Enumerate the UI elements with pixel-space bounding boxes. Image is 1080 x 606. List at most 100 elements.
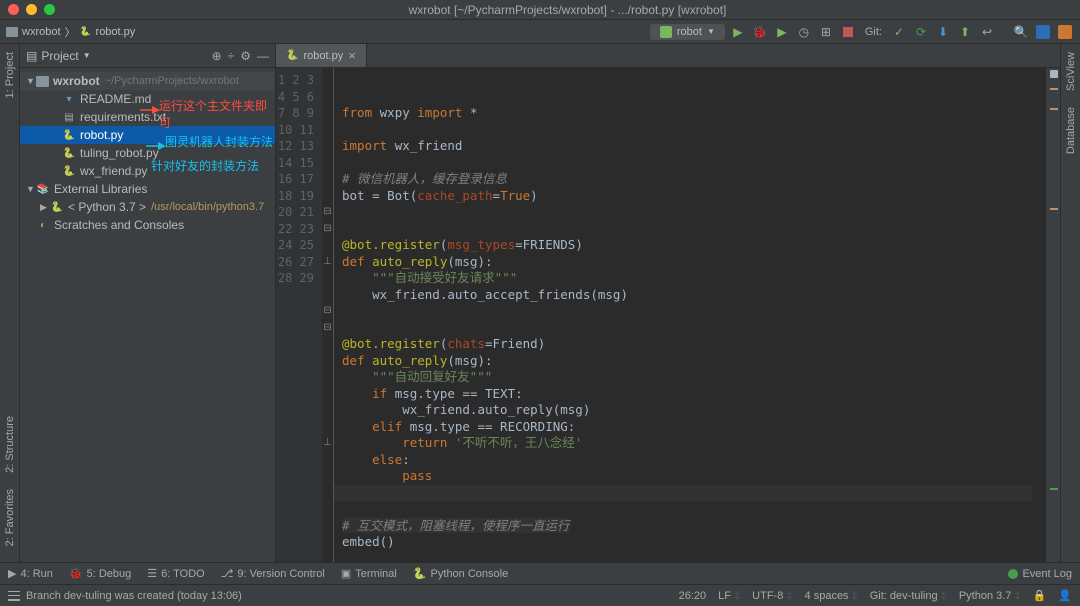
fold-end-icon[interactable]: ⊥ bbox=[322, 435, 333, 452]
debug-button[interactable]: 🐞 bbox=[751, 23, 769, 41]
coverage-button[interactable]: ▶ bbox=[773, 23, 791, 41]
git-pull-icon[interactable]: ⬇ bbox=[934, 23, 952, 41]
tree-python-interpreter[interactable]: ▶ 🐍 < Python 3.7 > /usr/local/bin/python… bbox=[20, 198, 275, 216]
expand-all-icon[interactable]: ÷ bbox=[228, 49, 235, 63]
fold-end-icon[interactable]: ⊥ bbox=[322, 254, 333, 271]
scratches-icon: ◐ bbox=[36, 218, 50, 232]
warning-marker[interactable] bbox=[1050, 208, 1058, 210]
window-maximize[interactable] bbox=[44, 4, 55, 15]
editor-body[interactable]: 1 2 3 4 5 6 7 8 9 10 11 12 13 14 15 16 1… bbox=[276, 68, 1060, 562]
breadcrumb-project[interactable]: wxrobot bbox=[22, 26, 61, 38]
status-caret-pos[interactable]: 26:20 bbox=[679, 590, 707, 602]
fold-icon[interactable]: ⊟ bbox=[322, 303, 333, 320]
tree-root[interactable]: ▼ wxrobot ~/PycharmProjects/wxrobot bbox=[20, 72, 275, 90]
git-history-icon[interactable]: ↩ bbox=[978, 23, 996, 41]
editor-tab-robot[interactable]: 🐍 robot.py × bbox=[276, 43, 367, 67]
tree-external-libraries[interactable]: ▼ 📚 External Libraries bbox=[20, 180, 275, 198]
tree-item-label: wx_friend.py bbox=[80, 164, 147, 178]
project-panel: ▤ Project ▼ ⊕ ÷ ⚙ — ▼ wxrobot ~/PycharmP… bbox=[20, 44, 276, 562]
python-icon: 🐍 bbox=[413, 567, 427, 580]
folder-icon bbox=[6, 27, 18, 37]
chevron-right-icon[interactable]: ▶ bbox=[40, 202, 50, 213]
run-button[interactable]: ▶ bbox=[729, 23, 747, 41]
git-update-icon[interactable]: ✓ bbox=[890, 23, 908, 41]
stop-button[interactable] bbox=[839, 23, 857, 41]
error-stripe-scrollbar[interactable] bbox=[1046, 68, 1060, 562]
status-python[interactable]: Python 3.7 ‡ bbox=[959, 590, 1021, 602]
code-editor[interactable]: from wxpy import * import wx_friend # 微信… bbox=[334, 68, 1046, 562]
stripe-project[interactable]: 1: Project bbox=[4, 52, 16, 98]
menu-icon[interactable] bbox=[8, 591, 20, 601]
project-view-icon: ▤ bbox=[26, 49, 37, 63]
tool-todo[interactable]: ☰6: TODO bbox=[147, 567, 204, 580]
toolbox-blue-icon[interactable] bbox=[1034, 23, 1052, 41]
fold-gutter[interactable]: ⊟ ⊟ ⊥ ⊟ ⊟ ⊥ bbox=[322, 68, 334, 562]
debug-icon: 🐞 bbox=[69, 567, 83, 580]
project-panel-title[interactable]: Project bbox=[41, 49, 78, 63]
breadcrumb[interactable]: wxrobot 〉 🐍 robot.py bbox=[6, 24, 135, 40]
hector-icon[interactable]: 👤 bbox=[1058, 589, 1072, 602]
library-icon: 📚 bbox=[36, 182, 50, 196]
fold-icon[interactable]: ⊟ bbox=[322, 221, 333, 238]
status-git-branch[interactable]: Git: dev-tuling ‡ bbox=[870, 590, 947, 602]
titlebar: wxrobot [~/PycharmProjects/wxrobot] - ..… bbox=[0, 0, 1080, 20]
tool-terminal[interactable]: ▣Terminal bbox=[341, 567, 397, 580]
search-icon[interactable]: 🔍 bbox=[1012, 23, 1030, 41]
window-title: wxrobot [~/PycharmProjects/wxrobot] - ..… bbox=[63, 3, 1072, 17]
warning-marker[interactable] bbox=[1050, 108, 1058, 110]
annotation-arrow bbox=[140, 104, 160, 116]
fold-icon[interactable]: ⊟ bbox=[322, 320, 333, 337]
marker[interactable] bbox=[1050, 488, 1058, 490]
chevron-down-icon[interactable]: ▼ bbox=[26, 76, 36, 86]
editor-area: 🐍 robot.py × 1 2 3 4 5 6 7 8 9 10 11 12 … bbox=[276, 44, 1060, 562]
chevron-right-icon: 〉 bbox=[65, 24, 76, 40]
status-line-ending[interactable]: LF ‡ bbox=[718, 590, 740, 602]
stripe-structure[interactable]: 2: Structure bbox=[4, 416, 16, 473]
tool-pyconsole[interactable]: 🐍Python Console bbox=[413, 567, 508, 580]
tool-debug[interactable]: 🐞5: Debug bbox=[69, 567, 131, 580]
git-push-icon[interactable]: ⬆ bbox=[956, 23, 974, 41]
stripe-database[interactable]: Database bbox=[1065, 107, 1077, 154]
stripe-sciview[interactable]: SciView bbox=[1065, 52, 1077, 91]
close-icon[interactable]: × bbox=[348, 48, 356, 63]
chevron-down-icon[interactable]: ▼ bbox=[83, 51, 91, 60]
line-gutter[interactable]: 1 2 3 4 5 6 7 8 9 10 11 12 13 14 15 16 1… bbox=[276, 68, 322, 562]
profile-button[interactable]: ◷ bbox=[795, 23, 813, 41]
hide-panel-icon[interactable]: — bbox=[257, 49, 269, 63]
window-close[interactable] bbox=[8, 4, 19, 15]
chevron-down-icon[interactable]: ▼ bbox=[26, 184, 36, 194]
settings-icon[interactable]: ⚙ bbox=[240, 49, 251, 63]
tool-vcs[interactable]: ⎇9: Version Control bbox=[221, 567, 325, 580]
tree-scratches[interactable]: ◐ Scratches and Consoles bbox=[20, 216, 275, 234]
inspection-status-icon[interactable] bbox=[1050, 70, 1058, 78]
stripe-favorites[interactable]: 2: Favorites bbox=[4, 489, 16, 546]
tree-root-label: wxrobot bbox=[53, 74, 100, 88]
run-configuration-selector[interactable]: robot ▼ bbox=[650, 24, 725, 40]
annotation-tuling: 图灵机器人封装方法 bbox=[165, 133, 273, 150]
status-message[interactable]: Branch dev-tuling was created (today 13:… bbox=[26, 590, 242, 602]
window-minimize[interactable] bbox=[26, 4, 37, 15]
markdown-file-icon: ▾ bbox=[62, 92, 76, 106]
tree-item-label: External Libraries bbox=[54, 182, 147, 196]
breadcrumb-file[interactable]: robot.py bbox=[96, 26, 136, 38]
tree-root-path: ~/PycharmProjects/wxrobot bbox=[105, 75, 239, 87]
toolbox-orange-icon[interactable] bbox=[1056, 23, 1074, 41]
todo-icon: ☰ bbox=[147, 567, 157, 580]
bottom-tool-bar: ▶4: Run 🐞5: Debug ☰6: TODO ⎇9: Version C… bbox=[0, 562, 1080, 584]
status-encoding[interactable]: UTF-8 ‡ bbox=[752, 590, 792, 602]
warning-marker[interactable] bbox=[1050, 88, 1058, 90]
tree-item-label: Scratches and Consoles bbox=[54, 218, 184, 232]
git-commit-icon[interactable]: ⟳ bbox=[912, 23, 930, 41]
concurrent-button[interactable]: ⊞ bbox=[817, 23, 835, 41]
project-tree[interactable]: ▼ wxrobot ~/PycharmProjects/wxrobot ▾ RE… bbox=[20, 68, 275, 562]
right-tool-stripe: SciView Database bbox=[1060, 44, 1080, 562]
editor-tabs: 🐍 robot.py × bbox=[276, 44, 1060, 68]
collapse-all-icon[interactable]: ⊕ bbox=[212, 49, 222, 63]
fold-icon[interactable]: ⊟ bbox=[322, 204, 333, 221]
tool-event-log[interactable]: Event Log bbox=[1008, 568, 1072, 580]
left-tool-stripe: 1: Project 2: Structure 2: Favorites bbox=[0, 44, 20, 562]
lock-icon[interactable]: 🔒 bbox=[1033, 589, 1047, 602]
status-indent[interactable]: 4 spaces ‡ bbox=[805, 590, 858, 602]
tool-run[interactable]: ▶4: Run bbox=[8, 567, 53, 580]
robot-config-icon bbox=[660, 26, 672, 38]
